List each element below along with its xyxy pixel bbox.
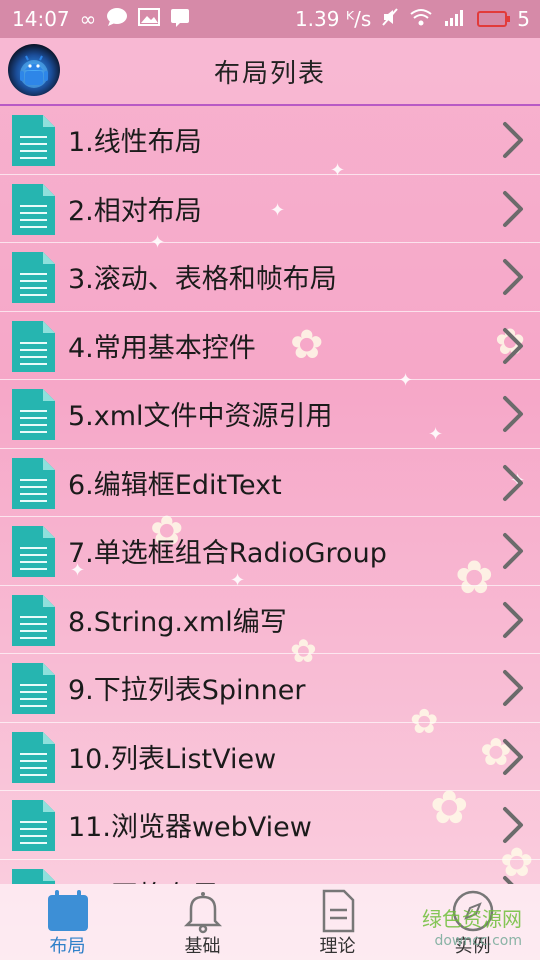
list-item-label: 4.常用基本控件 [68, 332, 256, 364]
battery-level: 5 [517, 7, 530, 31]
chevron-right-icon [503, 327, 523, 364]
document-icon [12, 115, 55, 166]
page-title: 布局列表 [213, 58, 326, 89]
chevron-right-icon [503, 807, 523, 843]
battery-icon [477, 11, 511, 27]
list-item[interactable]: 4.常用基本控件 [0, 312, 540, 380]
list-item-label: 2.相对布局 [68, 195, 202, 227]
document-icon [12, 526, 55, 577]
notification-icon [170, 7, 190, 32]
list-item[interactable]: 9.下拉列表Spinner [0, 654, 540, 723]
tab-label: 布局 [49, 936, 86, 957]
clock: 14:07 [12, 7, 70, 31]
list-item-label: 10.列表ListView [68, 743, 277, 775]
chevron-right-icon [503, 464, 523, 501]
chevron-right-icon [503, 122, 523, 158]
mute-icon [381, 7, 399, 32]
chevron-right-icon [503, 259, 523, 295]
watermark-url: downcc.com [434, 933, 522, 949]
wifi-icon [409, 7, 433, 32]
chevron-right-icon [503, 533, 523, 569]
document-icon [12, 389, 55, 440]
document-icon [12, 320, 55, 372]
list-item[interactable]: 8.String.xml编写 [0, 586, 540, 654]
list-item[interactable]: 10.列表ListView [0, 723, 540, 791]
list-item-label: 7.单选框组合RadioGroup [68, 538, 387, 570]
list-item[interactable]: 1.线性布局 [0, 106, 540, 175]
chevron-right-icon [503, 601, 523, 638]
document-icon [12, 457, 55, 509]
image-icon [138, 7, 161, 32]
list-item-label: 1.线性布局 [68, 127, 202, 159]
app-header: 布局列表 [0, 38, 540, 106]
chevron-right-icon [503, 396, 523, 432]
signal-icon [443, 7, 467, 32]
bell-icon [183, 892, 222, 934]
list-item-label: 9.下拉列表Spinner [68, 675, 306, 707]
watermark-name: 绿色资源网 [422, 907, 522, 931]
tab-theory[interactable]: 理论 [270, 884, 405, 960]
document-icon [12, 731, 55, 783]
status-bar: 14:07 ∞ 1.39 ᴷ/s 5 [0, 0, 540, 38]
list-item-label: 3.滚动、表格和帧布局 [68, 264, 337, 296]
tab-label: 基础 [184, 936, 221, 957]
list-item-label: 6.编辑框EditText [68, 469, 282, 501]
tab-basics[interactable]: 基础 [135, 884, 270, 960]
chevron-right-icon [503, 190, 523, 227]
list-item-label: 11.浏览器webView [68, 812, 312, 844]
watermark: 绿色资源网 downcc.com [422, 908, 522, 952]
list-item[interactable]: 5.xml文件中资源引用 [0, 380, 540, 449]
list-item[interactable]: 7.单选框组合RadioGroup [0, 517, 540, 586]
tab-label: 理论 [319, 936, 356, 957]
document-icon [12, 252, 55, 303]
infinity-icon: ∞ [79, 7, 97, 31]
list-item[interactable]: 11.浏览器webView [0, 791, 540, 860]
list-item-label: 8.String.xml编写 [68, 606, 287, 638]
chevron-right-icon [503, 738, 523, 775]
chevron-right-icon [503, 670, 523, 706]
network-speed: 1.39 ᴷ/s [294, 7, 372, 31]
chat-icon [106, 7, 128, 32]
list-item-label: 5.xml文件中资源引用 [68, 401, 333, 433]
list-item-label: 12.网格布局GridView [68, 874, 340, 884]
calendar-icon [47, 890, 88, 931]
list-item[interactable]: 6.编辑框EditText [0, 449, 540, 517]
document-icon [322, 889, 354, 933]
document-icon [12, 663, 55, 714]
layout-list: 1.线性布局 2.相对布局 3.滚动、表格和帧布局 4.常用基本控件 5.xml文件中资… [0, 106, 540, 884]
list-item[interactable]: 3.滚动、表格和帧布局 [0, 243, 540, 312]
chevron-right-icon [503, 875, 515, 884]
document-icon [12, 594, 55, 646]
document-icon [12, 183, 55, 235]
list-item[interactable]: 2.相对布局 [0, 175, 540, 243]
document-icon [12, 868, 55, 884]
list-item[interactable]: 12.网格布局GridView [0, 860, 540, 884]
avatar[interactable] [8, 44, 60, 96]
tab-layout[interactable]: 布局 [0, 884, 135, 960]
document-icon [12, 800, 55, 851]
android-robot-icon [20, 55, 48, 88]
